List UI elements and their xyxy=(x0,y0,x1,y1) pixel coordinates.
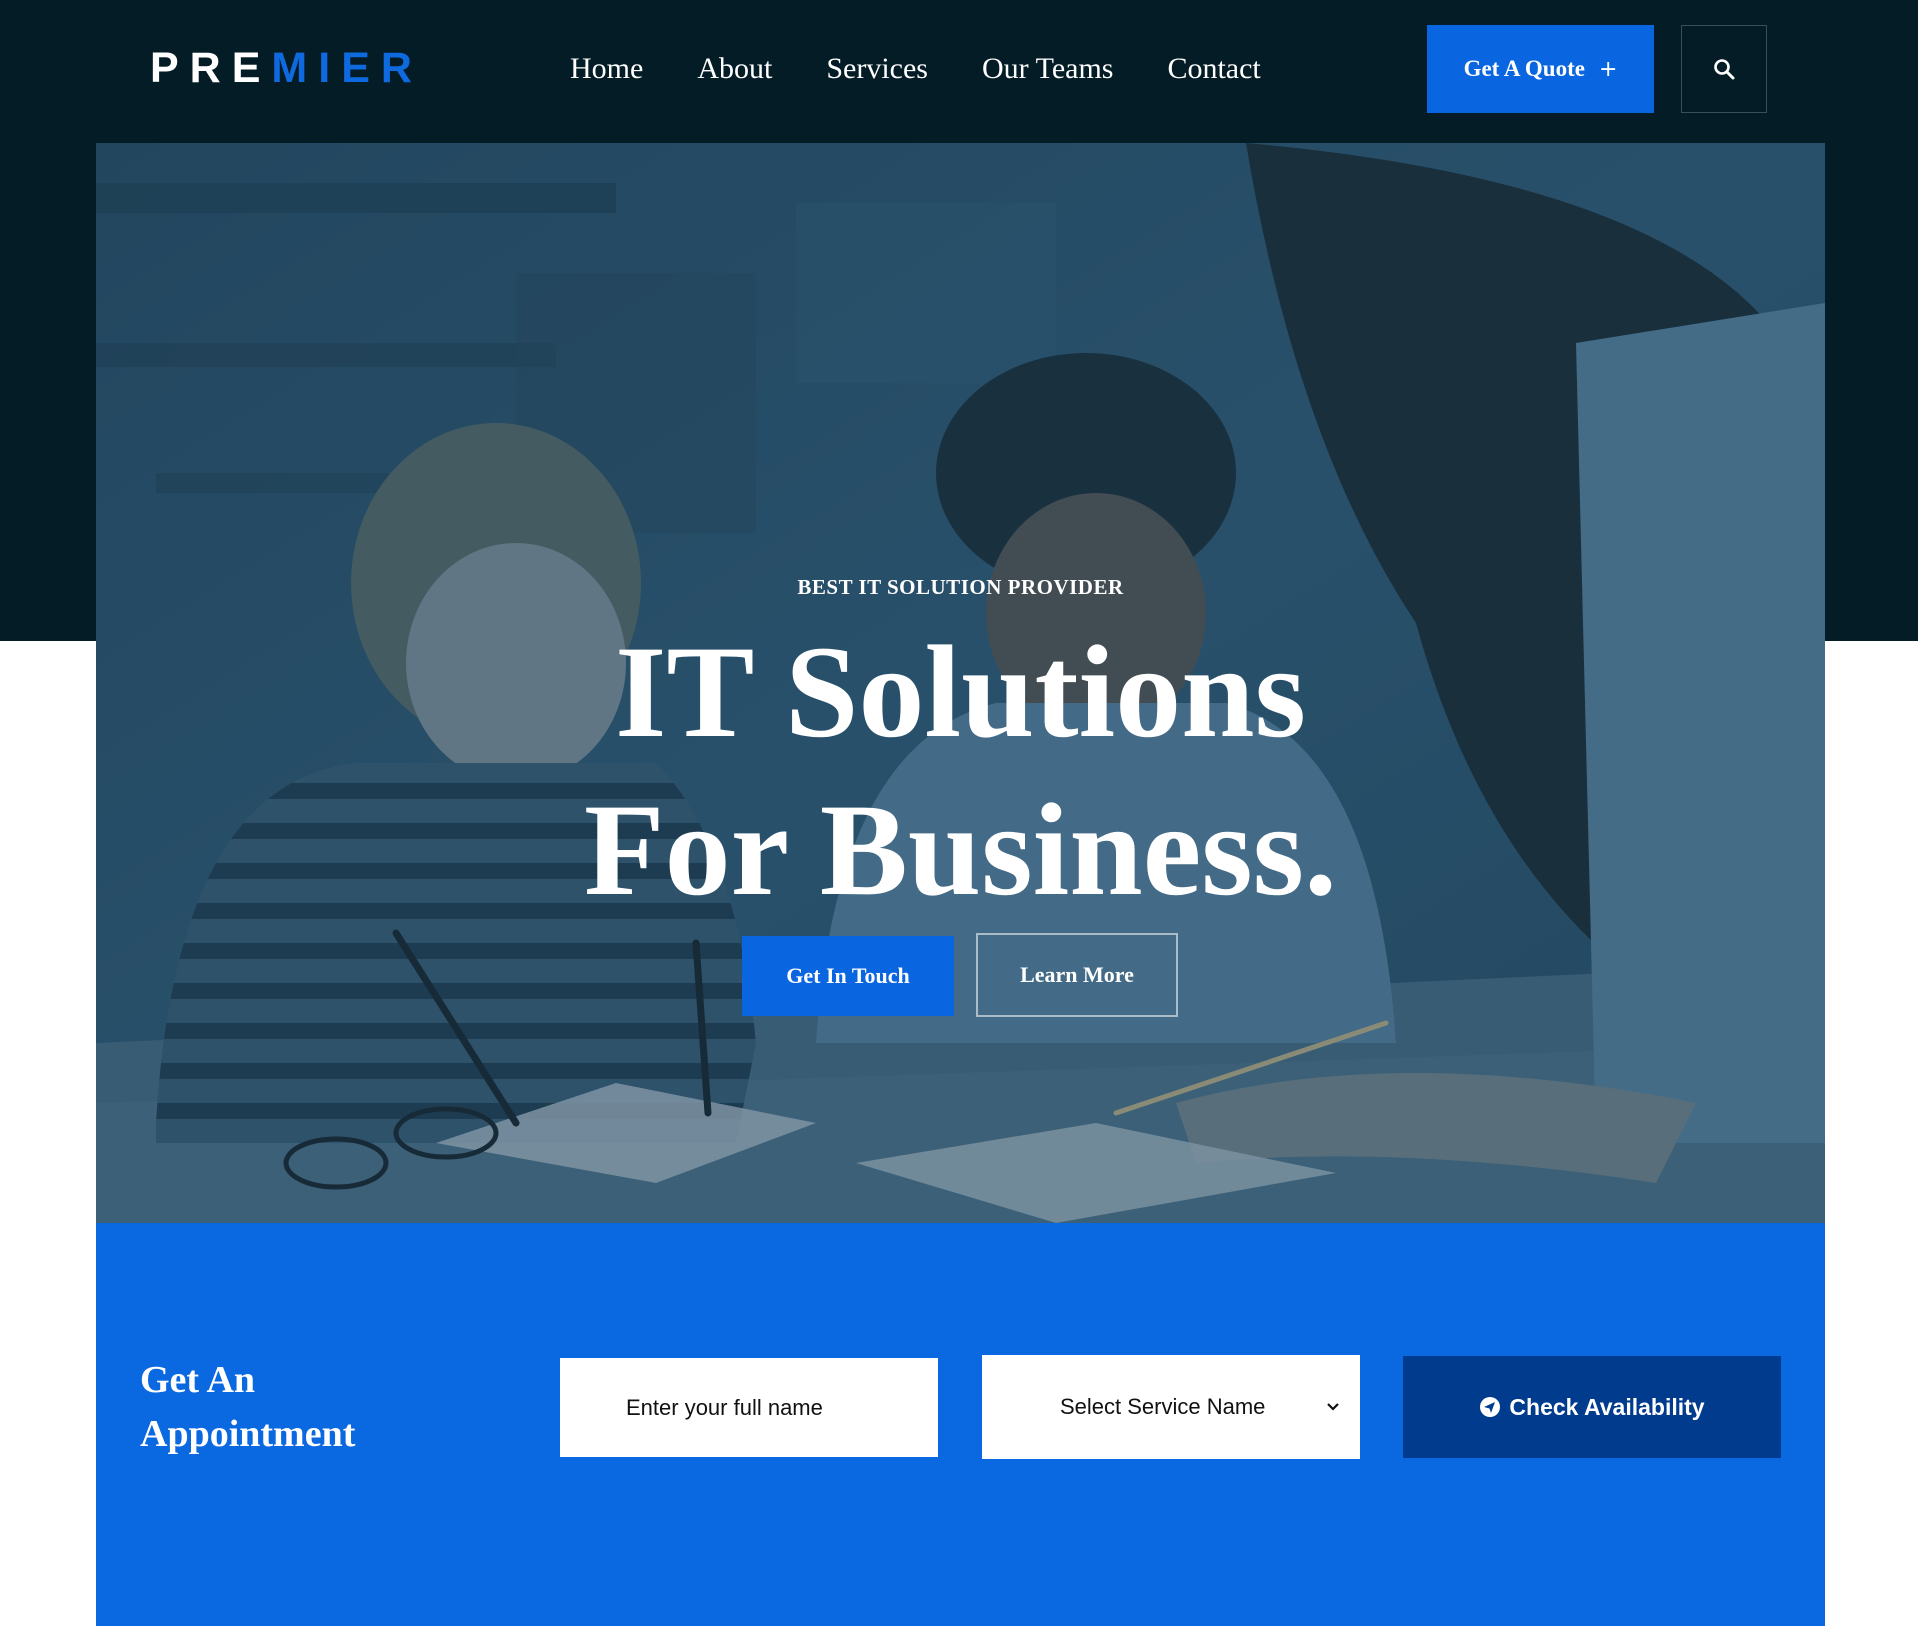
get-in-touch-button[interactable]: Get In Touch xyxy=(742,936,954,1016)
main-nav: Home About Services Our Teams Contact xyxy=(570,46,1261,92)
full-name-input[interactable] xyxy=(560,1358,938,1457)
nav-contact[interactable]: Contact xyxy=(1167,46,1260,92)
check-availability-button[interactable]: Check Availability xyxy=(1403,1356,1781,1458)
nav-our-teams[interactable]: Our Teams xyxy=(982,46,1113,92)
get-a-quote-label: Get A Quote xyxy=(1463,56,1585,81)
logo[interactable]: PREMIER xyxy=(150,42,423,94)
appointment-section: Get An Appointment Select Service Name C… xyxy=(96,1223,1825,1626)
service-select[interactable]: Select Service Name xyxy=(982,1355,1360,1459)
nav-home[interactable]: Home xyxy=(570,46,643,92)
nav-about[interactable]: About xyxy=(697,46,772,92)
logo-text-white: PRE xyxy=(150,44,272,92)
hero-headline: IT Solutions For Business. xyxy=(96,613,1825,929)
hero-headline-line1: IT Solutions xyxy=(615,618,1306,765)
hero-section: BEST IT SOLUTION PROVIDER IT Solutions F… xyxy=(96,143,1825,1223)
search-icon xyxy=(1714,59,1735,80)
appointment-title-line1: Get An xyxy=(140,1359,256,1401)
send-icon xyxy=(1480,1397,1501,1417)
service-select-value: Select Service Name xyxy=(1060,1394,1266,1419)
search-button[interactable] xyxy=(1681,25,1767,113)
appointment-title-line2: Appointment xyxy=(140,1413,356,1455)
check-availability-label: Check Availability xyxy=(1509,1393,1705,1420)
nav-services[interactable]: Services xyxy=(826,46,928,92)
plus-icon: + xyxy=(1598,56,1618,82)
hero-eyebrow: BEST IT SOLUTION PROVIDER xyxy=(797,575,1124,599)
chevron-down-icon xyxy=(1327,1403,1339,1411)
hero-headline-line2: For Business. xyxy=(583,776,1338,923)
logo-text-blue: MIER xyxy=(271,44,423,92)
get-a-quote-button[interactable]: Get A Quote + xyxy=(1427,25,1654,113)
appointment-title: Get An Appointment xyxy=(140,1353,440,1461)
learn-more-button[interactable]: Learn More xyxy=(976,933,1178,1017)
